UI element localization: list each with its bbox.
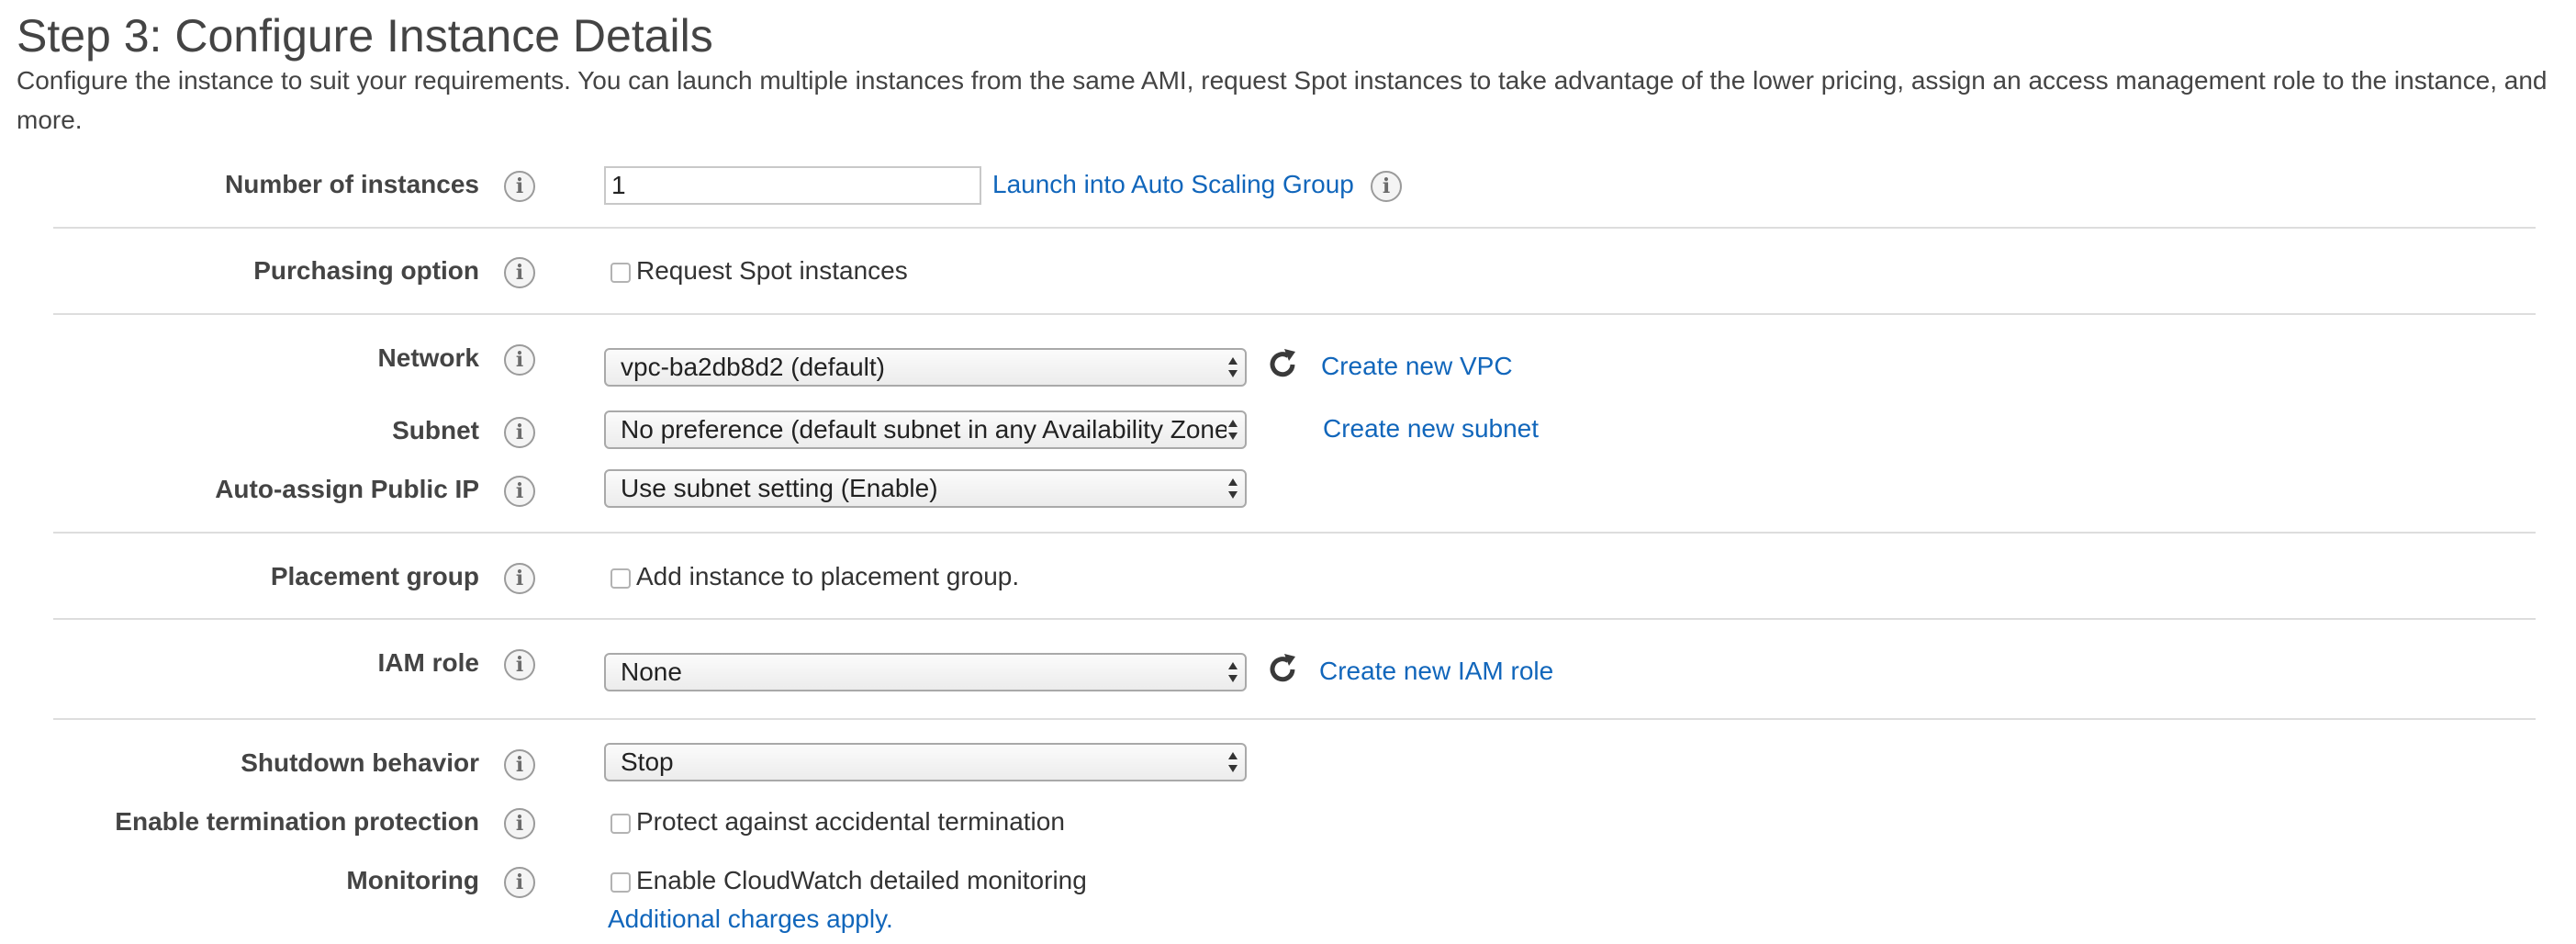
monitoring-label: Monitoring [346, 866, 479, 894]
row-divider [53, 618, 2536, 620]
placement-group-checkbox[interactable] [610, 568, 631, 589]
shutdown-behavior-select[interactable]: Stop [604, 743, 1247, 781]
info-icon[interactable]: i [504, 808, 535, 839]
monitoring-checkbox[interactable] [610, 872, 631, 893]
info-icon[interactable]: i [504, 344, 535, 376]
info-icon[interactable]: i [504, 417, 535, 448]
placement-group-label: Placement group [270, 562, 479, 590]
network-select-value: vpc-ba2db8d2 (default) [621, 353, 885, 381]
select-arrows-icon [1228, 478, 1238, 499]
shutdown-behavior-value: Stop [621, 747, 674, 776]
create-new-vpc-link[interactable]: Create new VPC [1321, 350, 1513, 383]
subnet-select[interactable]: No preference (default subnet in any Ava… [604, 410, 1247, 449]
request-spot-checkbox[interactable] [610, 263, 631, 283]
iam-role-label: IAM role [377, 648, 479, 677]
auto-assign-public-ip-value: Use subnet setting (Enable) [621, 474, 938, 502]
additional-charges-link[interactable]: Additional charges apply. [608, 903, 893, 936]
select-arrows-icon [1228, 662, 1238, 682]
termination-protection-label: Enable termination protection [115, 807, 479, 836]
auto-assign-public-ip-label: Auto-assign Public IP [215, 475, 479, 503]
shutdown-behavior-label: Shutdown behavior [241, 748, 479, 777]
iam-role-select-value: None [621, 657, 682, 686]
info-icon[interactable]: i [504, 867, 535, 898]
info-icon[interactable]: i [1371, 171, 1402, 202]
page-description: Configure the instance to suit your requ… [17, 66, 2548, 134]
network-select[interactable]: vpc-ba2db8d2 (default) [604, 348, 1247, 387]
refresh-icon[interactable] [1264, 651, 1301, 688]
request-spot-label[interactable]: Request Spot instances [636, 254, 908, 287]
create-new-subnet-link[interactable]: Create new subnet [1323, 412, 1539, 445]
purchasing-option-label: Purchasing option [253, 256, 479, 285]
row-divider [53, 313, 2536, 315]
number-of-instances-input[interactable] [604, 166, 981, 205]
row-divider [53, 227, 2536, 229]
refresh-icon[interactable] [1264, 346, 1301, 383]
iam-role-select[interactable]: None [604, 653, 1247, 691]
placement-group-checkbox-label[interactable]: Add instance to placement group. [636, 560, 1019, 593]
auto-assign-public-ip-select[interactable]: Use subnet setting (Enable) [604, 469, 1247, 508]
info-icon[interactable]: i [504, 649, 535, 680]
subnet-label: Subnet [392, 416, 479, 444]
launch-auto-scaling-link[interactable]: Launch into Auto Scaling Group [992, 168, 1354, 201]
monitoring-checkbox-label[interactable]: Enable CloudWatch detailed monitoring [636, 864, 1087, 897]
page-title: Step 3: Configure Instance Details [17, 10, 713, 62]
select-arrows-icon [1228, 420, 1238, 440]
select-arrows-icon [1228, 357, 1238, 377]
row-divider [53, 532, 2536, 534]
create-new-iam-role-link[interactable]: Create new IAM role [1319, 655, 1553, 688]
termination-protection-checkbox-label[interactable]: Protect against accidental termination [636, 805, 1065, 838]
row-divider [53, 718, 2536, 720]
number-of-instances-label: Number of instances [225, 170, 479, 198]
termination-protection-checkbox[interactable] [610, 814, 631, 834]
info-icon[interactable]: i [504, 171, 535, 202]
info-icon[interactable]: i [504, 476, 535, 507]
info-icon[interactable]: i [504, 257, 535, 288]
network-label: Network [377, 343, 479, 372]
subnet-select-value: No preference (default subnet in any Ava… [621, 415, 1226, 444]
info-icon[interactable]: i [504, 563, 535, 594]
info-icon[interactable]: i [504, 749, 535, 781]
select-arrows-icon [1228, 752, 1238, 772]
